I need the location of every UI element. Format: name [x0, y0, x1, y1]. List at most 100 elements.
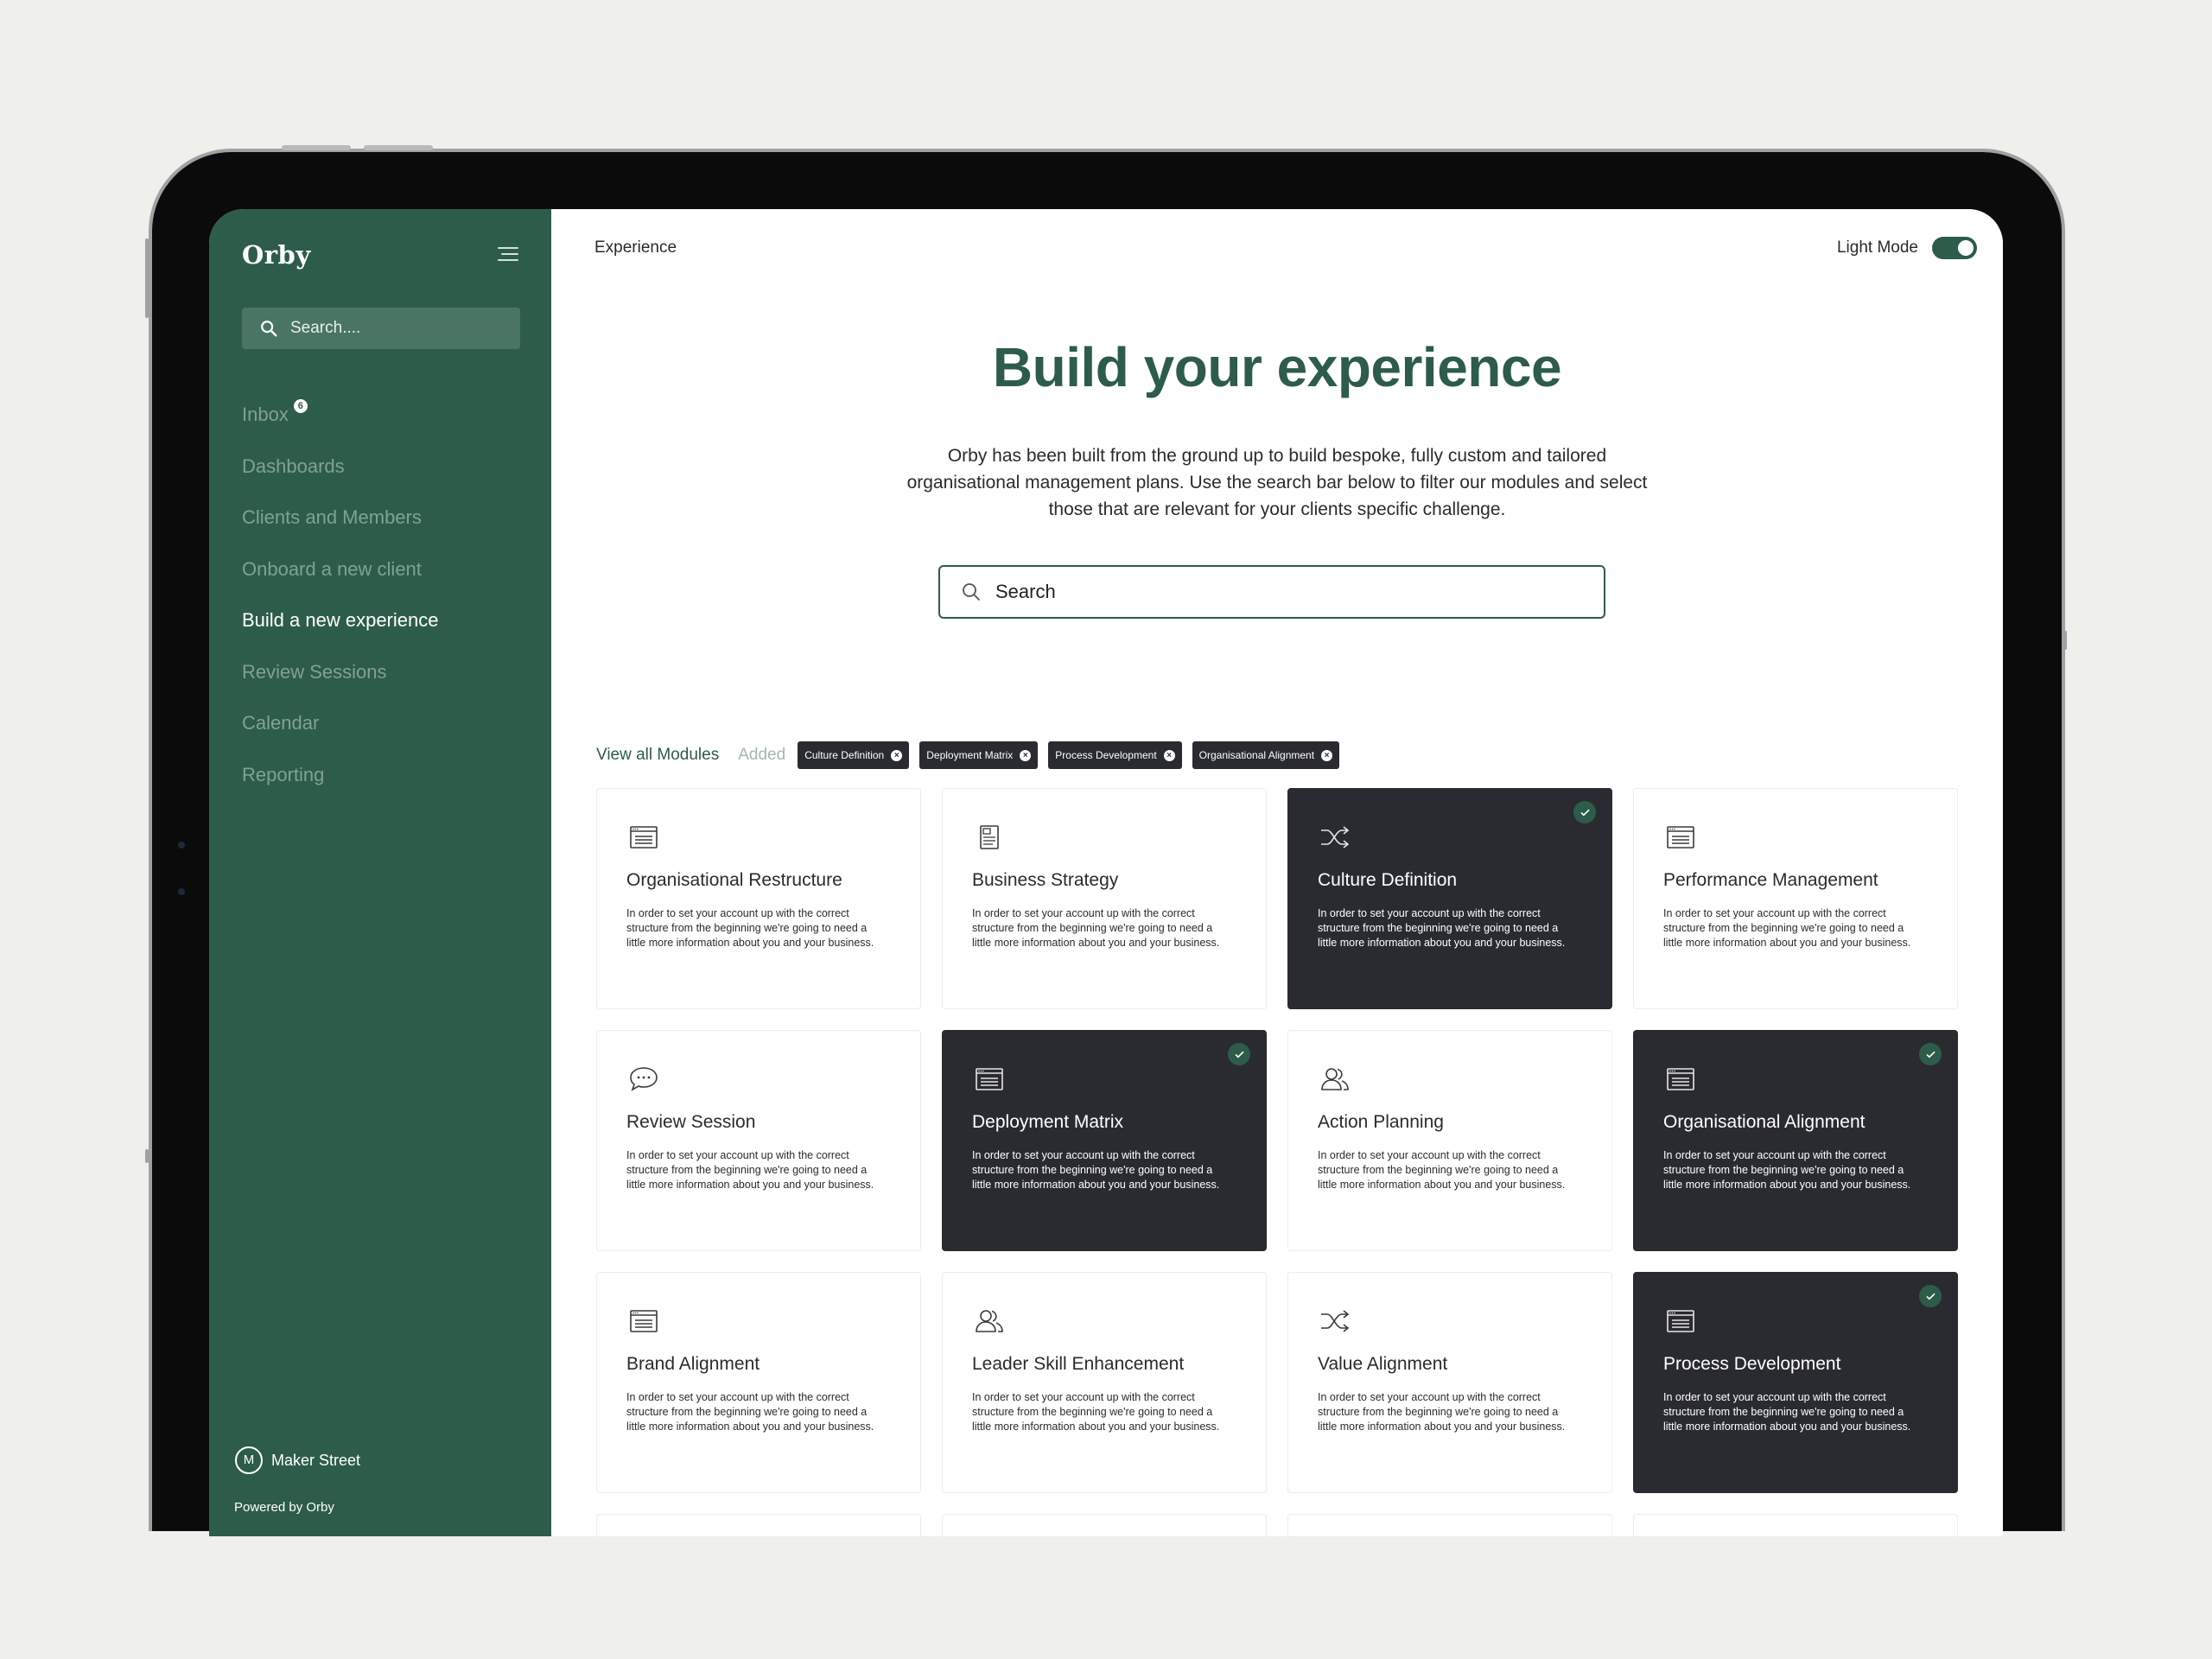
sidebar-item-onboard-client[interactable]: Onboard a new client: [242, 543, 438, 595]
module-title: Performance Management: [1663, 870, 1878, 890]
sidebar-item-calendar[interactable]: Calendar: [242, 697, 438, 749]
remove-icon[interactable]: ×: [891, 749, 903, 761]
document-lines-icon: [626, 820, 661, 855]
module-card-leader-skill-enhancement[interactable]: Leader Skill Enhancement In order to set …: [942, 1272, 1267, 1493]
user-account[interactable]: M Maker Street: [235, 1446, 360, 1474]
chip-label: Culture Definition: [804, 749, 885, 761]
page-subtitle: Orby has been built from the ground up t…: [906, 446, 1648, 519]
logo: Orby: [242, 240, 311, 270]
document-lines-icon: [1663, 820, 1698, 855]
power-button: [2063, 631, 2067, 650]
sidebar-item-build-experience[interactable]: Build a new experience: [242, 594, 438, 646]
module-title: Brand Alignment: [626, 1354, 760, 1374]
module-card-business-strategy[interactable]: Business Strategy In order to set your ac…: [942, 788, 1267, 1009]
module-description: In order to set your account up with the…: [972, 1391, 1220, 1433]
module-title: Action Planning: [1318, 1112, 1444, 1132]
sidebar-item-reporting[interactable]: Reporting: [242, 749, 438, 801]
module-description: In order to set your account up with the…: [972, 907, 1220, 949]
module-title: Business Strategy: [972, 870, 1119, 890]
added-chip[interactable]: Organisational Alignment ×: [1192, 741, 1340, 769]
remove-icon[interactable]: ×: [1020, 749, 1032, 761]
camera-icon: [178, 842, 185, 849]
selected-check-icon: [1919, 1043, 1942, 1065]
module-card[interactable]: [596, 1514, 921, 1536]
module-card-culture-definition[interactable]: Culture Definition In order to set your a…: [1287, 788, 1612, 1009]
module-card-action-planning[interactable]: Action Planning In order to set your acco…: [1287, 1030, 1612, 1251]
module-card[interactable]: [1633, 1514, 1958, 1536]
main-content: Experience Light Mode Build your experie…: [551, 209, 2003, 1536]
module-card[interactable]: [942, 1514, 1267, 1536]
sidebar-item-inbox[interactable]: Inbox 6: [242, 389, 438, 441]
remove-icon[interactable]: ×: [1163, 749, 1175, 761]
page-title: Build your experience: [992, 336, 1562, 398]
module-grid-next-row: [596, 1514, 1961, 1536]
module-card-performance-management[interactable]: Performance Management In order to set yo…: [1633, 788, 1958, 1009]
module-search-input[interactable]: [995, 581, 1583, 603]
sidebar: Orby Inbox 6 Dashboards Clients and Membe…: [209, 209, 551, 1536]
module-description: In order to set your account up with the…: [626, 907, 874, 949]
added-chip[interactable]: Culture Definition ×: [798, 741, 910, 769]
users-icon: [972, 1304, 1007, 1338]
light-mode-label: Light Mode: [1836, 238, 1918, 257]
added-chip[interactable]: Process Development ×: [1048, 741, 1182, 769]
side-button: [145, 1149, 149, 1163]
inbox-count-badge: 6: [293, 399, 308, 413]
users-icon: [1318, 1062, 1352, 1096]
module-description: In order to set your account up with the…: [1663, 1149, 1911, 1191]
module-description: In order to set your account up with the…: [1318, 1391, 1566, 1433]
document-lines-icon: [1663, 1304, 1698, 1338]
module-card[interactable]: [1287, 1514, 1612, 1536]
added-label: Added: [738, 746, 786, 764]
module-title: Review Session: [626, 1112, 756, 1132]
search-icon: [261, 321, 277, 337]
avatar: M: [235, 1446, 263, 1474]
module-card-process-development[interactable]: Process Development In order to set your …: [1633, 1272, 1958, 1493]
module-card-value-alignment[interactable]: Value Alignment In order to set your acco…: [1287, 1272, 1612, 1493]
module-card-review-session[interactable]: Review Session In order to set your accou…: [596, 1030, 921, 1251]
module-title: Organisational Alignment: [1663, 1112, 1866, 1132]
chip-label: Deployment Matrix: [926, 749, 1014, 761]
module-search: [938, 565, 1605, 619]
module-description: In order to set your account up with the…: [1318, 1149, 1566, 1191]
module-grid: Organisational Restructure In order to se…: [596, 788, 1961, 1493]
breadcrumb: Experience: [594, 238, 677, 257]
module-title: Organisational Restructure: [626, 870, 842, 890]
sidebar-item-label: Inbox: [242, 404, 289, 425]
module-title: Value Alignment: [1318, 1354, 1448, 1374]
light-mode-toggle[interactable]: [1932, 237, 1977, 259]
sidebar-item-clients-and-members[interactable]: Clients and Members: [242, 492, 438, 543]
module-card-deployment-matrix[interactable]: Deployment Matrix In order to set your ac…: [942, 1030, 1267, 1251]
chip-label: Organisational Alignment: [1198, 749, 1315, 761]
module-description: In order to set your account up with the…: [1663, 907, 1911, 949]
selected-check-icon: [1919, 1285, 1942, 1307]
sidebar-item-dashboards[interactable]: Dashboards: [242, 441, 438, 493]
module-description: In order to set your account up with the…: [1663, 1391, 1911, 1433]
added-chip[interactable]: Deployment Matrix ×: [919, 741, 1039, 769]
module-filters: View all Modules Added Culture Definitio…: [596, 741, 1350, 769]
selected-check-icon: [1573, 801, 1596, 823]
user-name: Maker Street: [271, 1451, 361, 1469]
hamburger-menu-icon[interactable]: [498, 247, 518, 264]
sidebar-search: [242, 308, 520, 349]
app-screen: Orby Inbox 6 Dashboards Clients and Membe…: [209, 209, 2003, 1536]
document-lines-icon: [972, 1062, 1007, 1096]
chat-bubble-icon: [626, 1062, 661, 1096]
module-card-brand-alignment[interactable]: Brand Alignment In order to set your acco…: [596, 1272, 921, 1493]
sensor-icon: [178, 888, 185, 895]
module-title: Culture Definition: [1318, 870, 1458, 890]
view-all-modules-link[interactable]: View all Modules: [596, 746, 719, 765]
module-card-organisational-alignment[interactable]: Organisational Alignment In order to set …: [1633, 1030, 1958, 1251]
module-description: In order to set your account up with the…: [1318, 907, 1566, 949]
module-title: Process Development: [1663, 1354, 1841, 1374]
remove-icon[interactable]: ×: [1321, 749, 1333, 761]
sidebar-item-review-sessions[interactable]: Review Sessions: [242, 646, 438, 698]
module-title: Deployment Matrix: [972, 1112, 1124, 1132]
sidebar-search-input[interactable]: [290, 319, 498, 338]
module-description: In order to set your account up with the…: [626, 1149, 874, 1191]
chip-label: Process Development: [1055, 749, 1157, 761]
shuffle-icon: [1318, 1304, 1352, 1338]
document-lines-icon: [626, 1304, 661, 1338]
sidebar-nav: Inbox 6 Dashboards Clients and Members On…: [242, 389, 438, 800]
module-card-organisational-restructure[interactable]: Organisational Restructure In order to se…: [596, 788, 921, 1009]
document-lines-icon: [1663, 1062, 1698, 1096]
